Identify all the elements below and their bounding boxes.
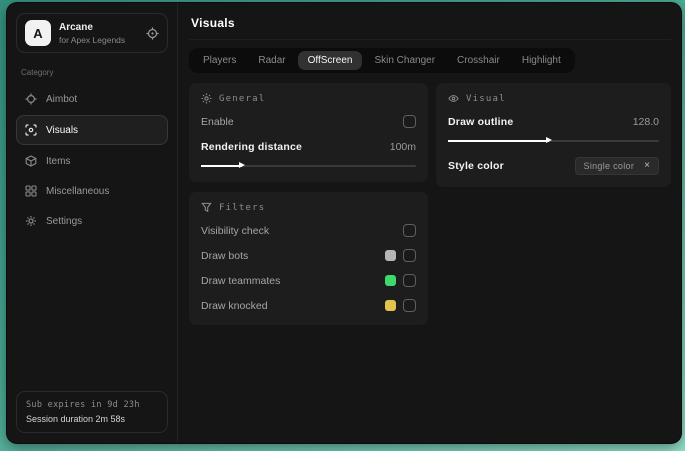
rendering-distance-slider[interactable] <box>201 161 416 170</box>
target-icon[interactable] <box>146 26 159 40</box>
draw-bots-checkbox[interactable] <box>403 249 416 262</box>
sidebar-item-label: Settings <box>46 215 83 227</box>
style-color-label: Style color <box>448 160 504 172</box>
draw-teammates-checkbox[interactable] <box>403 274 416 287</box>
subscription-info-card: Sub expires in 9d 23h Session duration 2… <box>16 391 168 433</box>
tab-highlight[interactable]: Highlight <box>512 51 571 70</box>
draw-bots-color-swatch[interactable] <box>385 250 396 261</box>
visual-panel: Visual Draw outline 128.0 Style color Si… <box>436 83 671 187</box>
panel-title-text: Filters <box>219 202 266 213</box>
sidebar-item-label: Aimbot <box>46 93 78 105</box>
slider-handle[interactable] <box>546 137 553 143</box>
chip-label: Single color <box>583 161 635 171</box>
rendering-distance-value: 100m <box>389 140 416 153</box>
sidebar-item-items[interactable]: Items <box>16 147 168 175</box>
enable-checkbox[interactable] <box>403 115 416 128</box>
gear-icon <box>25 215 37 227</box>
panel-title-text: Visual <box>466 93 506 104</box>
panels-area: General Enable Rendering distance 100m F… <box>189 83 671 325</box>
panel-title-text: General <box>219 93 266 104</box>
rendering-distance-label: Rendering distance <box>201 140 303 153</box>
draw-knocked-label: Draw knocked <box>201 299 268 312</box>
draw-teammates-color-swatch[interactable] <box>385 275 396 286</box>
brand-name: Arcane <box>59 21 93 33</box>
brand-subtitle: for Apex Legends <box>59 34 126 45</box>
brand-logo: A <box>25 20 51 46</box>
sidebar-item-miscellaneous[interactable]: Miscellaneous <box>16 177 168 205</box>
tab-crosshair[interactable]: Crosshair <box>447 51 510 70</box>
tab-bar: Players Radar OffScreen Skin Changer Cro… <box>189 48 575 73</box>
tab-radar[interactable]: Radar <box>248 51 295 70</box>
scan-eye-icon <box>25 124 37 136</box>
sun-icon <box>201 93 212 104</box>
category-label: Category <box>21 68 54 77</box>
sub-expires-text: Sub expires in 9d 23h <box>26 400 140 410</box>
sidebar-item-aimbot[interactable]: Aimbot <box>16 85 168 113</box>
sidebar-item-visuals[interactable]: Visuals <box>16 115 168 145</box>
page-title: Visuals <box>189 3 671 40</box>
sidebar-item-label: Visuals <box>46 124 79 136</box>
draw-knocked-checkbox[interactable] <box>403 299 416 312</box>
general-panel: General Enable Rendering distance 100m <box>189 83 428 182</box>
tab-skin-changer[interactable]: Skin Changer <box>364 51 445 70</box>
draw-knocked-color-swatch[interactable] <box>385 300 396 311</box>
slider-handle[interactable] <box>238 162 245 168</box>
sidebar-item-label: Items <box>46 155 71 167</box>
sidebar-item-label: Miscellaneous <box>46 185 110 197</box>
grid-icon <box>25 185 37 197</box>
app-window: A Arcane for Apex Legends Category Aimbo… <box>7 3 681 443</box>
session-duration-text: Session duration 2m 58s <box>26 414 126 424</box>
brand-text: Arcane for Apex Legends <box>59 22 125 45</box>
draw-teammates-label: Draw teammates <box>201 274 281 287</box>
brand-card: A Arcane for Apex Legends <box>16 13 168 53</box>
main-content: Visuals Players Radar OffScreen Skin Cha… <box>178 3 681 443</box>
sidebar-item-settings[interactable]: Settings <box>16 207 168 235</box>
tab-offscreen[interactable]: OffScreen <box>297 51 363 70</box>
draw-outline-value: 128.0 <box>632 115 659 128</box>
visibility-check-label: Visibility check <box>201 224 270 237</box>
cube-icon <box>25 155 37 167</box>
sidebar: A Arcane for Apex Legends Category Aimbo… <box>7 3 178 443</box>
close-icon[interactable]: × <box>644 161 650 171</box>
enable-label: Enable <box>201 115 234 128</box>
funnel-icon <box>201 202 212 213</box>
crosshair-icon <box>25 93 37 105</box>
tab-players[interactable]: Players <box>193 51 246 70</box>
visibility-check-checkbox[interactable] <box>403 224 416 237</box>
draw-outline-label: Draw outline <box>448 115 514 128</box>
filters-panel: Filters Visibility check Draw bots Draw … <box>189 192 428 325</box>
draw-outline-slider[interactable] <box>448 136 659 145</box>
eye-icon <box>448 93 459 104</box>
draw-bots-label: Draw bots <box>201 249 249 262</box>
style-color-chip[interactable]: Single color × <box>574 157 659 175</box>
